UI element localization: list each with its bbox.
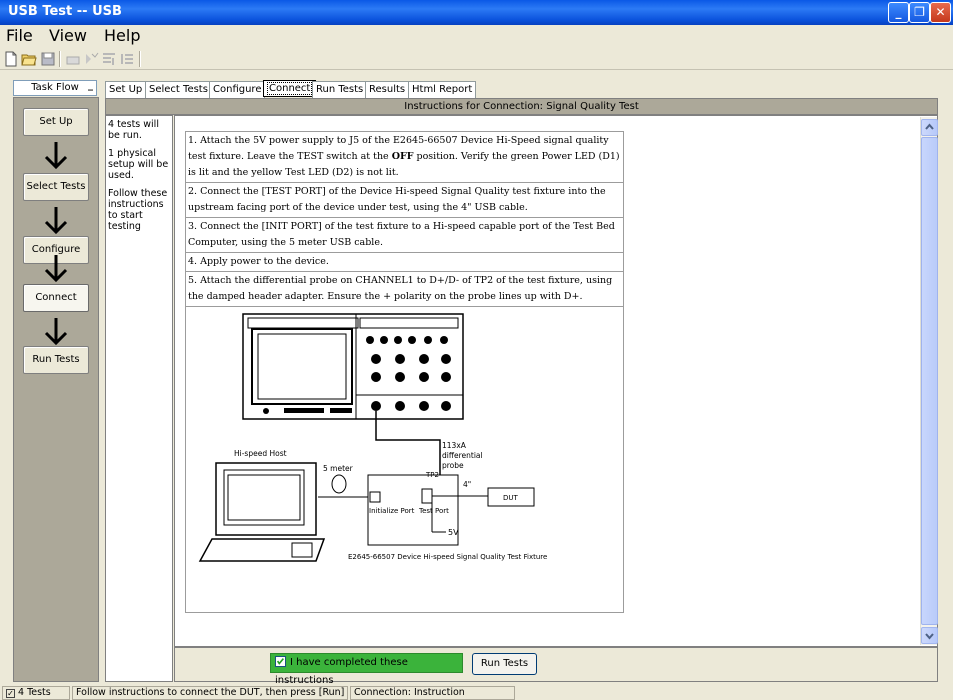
tab-setup[interactable]: Set Up — [105, 81, 147, 98]
arrow-down-icon — [44, 142, 68, 170]
side-notes: 4 tests will be run. 1 physical setup wi… — [105, 115, 173, 682]
status-check-icon: ✓ — [6, 689, 15, 698]
instructions-content: 1. Attach the 5V power supply to J5 of t… — [174, 115, 938, 647]
host-monitor — [215, 462, 317, 536]
menu-file[interactable]: File — [6, 26, 33, 45]
run-tests-button[interactable]: Run Tests — [472, 653, 537, 675]
scroll-thumb[interactable] — [921, 137, 938, 625]
device-icon[interactable] — [65, 51, 81, 67]
instructions-header: Instructions for Connection: Signal Qual… — [105, 98, 938, 115]
taskflow-title: Task Flow — [31, 82, 79, 93]
instruction-step-1: 1. Attach the 5V power supply to J5 of t… — [186, 132, 623, 183]
tab-configure[interactable]: Configure — [209, 81, 266, 98]
flow-step-run-tests[interactable]: Run Tests — [23, 346, 89, 374]
action-bar: I have completed these instructions Run … — [174, 647, 938, 686]
vertical-scrollbar[interactable] — [920, 117, 938, 645]
init-port-label: Initialize Port — [369, 507, 415, 515]
connection-diagram: 113xA differential probe Hi-speed Host 5… — [186, 307, 623, 612]
tab-run-tests[interactable]: Run Tests — [312, 81, 368, 98]
instructions-table: 1. Attach the 5V power supply to J5 of t… — [185, 131, 624, 613]
scroll-down-button[interactable] — [921, 627, 938, 644]
tab-connect-label: Connect — [267, 82, 313, 95]
minimize-button[interactable]: _ — [888, 2, 909, 23]
restore-button[interactable]: ❐ — [909, 2, 930, 23]
status-tests: ✓ 4 Tests — [2, 686, 70, 700]
flow-step-setup[interactable]: Set Up — [23, 108, 89, 136]
collapse-icon[interactable]: _ — [88, 79, 93, 93]
fixture-caption: E2645-66507 Device Hi-speed Signal Quali… — [348, 553, 547, 561]
flow-step-select-tests[interactable]: Select Tests — [23, 173, 89, 201]
side-note-follow: Follow these instructions to start testi… — [108, 188, 168, 232]
arrow-down-icon — [44, 207, 68, 235]
close-button[interactable]: ✕ — [930, 2, 951, 23]
toolbar-separator — [139, 51, 141, 67]
probe-label-2: differential — [442, 451, 483, 460]
tab-results[interactable]: Results — [365, 81, 410, 98]
tab-select-tests[interactable]: Select Tests — [145, 81, 212, 98]
four-inch-label: 4" — [463, 480, 471, 489]
cable-label: 5 meter — [323, 464, 354, 473]
toolbar — [0, 48, 953, 70]
connection-diagram-svg: 113xA differential probe Hi-speed Host 5… — [198, 313, 547, 562]
instruction-step-2: 2. Connect the [TEST PORT] of the Device… — [186, 183, 623, 218]
window-title: USB Test -- USB — [8, 4, 122, 19]
completed-checkbox[interactable]: I have completed these instructions — [270, 653, 463, 686]
probe-label-1: 113xA — [442, 441, 467, 450]
menu-help[interactable]: Help — [104, 26, 140, 45]
menu-view[interactable]: View — [49, 26, 87, 45]
new-file-icon[interactable] — [3, 51, 19, 67]
instruction-step-4: 4. Apply power to the device. — [186, 253, 623, 272]
flow-step-connect[interactable]: Connect — [23, 284, 89, 312]
probe-label-3: probe — [442, 461, 464, 470]
tab-html-report[interactable]: Html Report — [408, 81, 477, 98]
taskflow-header[interactable]: Task Flow _ — [13, 80, 97, 96]
instruction-step-3: 3. Connect the [INIT PORT] of the test f… — [186, 218, 623, 253]
menu-bar: File View Help — [0, 25, 953, 47]
filter-icon[interactable] — [101, 51, 117, 67]
side-note-setup: 1 physical setup will be used. — [108, 148, 169, 181]
taskflow-panel: Set Up Select Tests Configure Connect Ru… — [13, 97, 99, 682]
toolbar-separator — [59, 51, 61, 67]
status-message: Follow instructions to connect the DUT, … — [72, 686, 348, 700]
title-bar: USB Test -- USB _ ❐ ✕ — [0, 0, 953, 25]
list-icon[interactable] — [119, 51, 135, 67]
status-tests-label: 4 Tests — [18, 687, 51, 698]
test-port-label: Test Port — [418, 507, 449, 515]
tp2-label: TP2 — [425, 471, 439, 479]
status-mode: Connection: Instruction — [350, 686, 515, 700]
oscilloscope — [242, 313, 464, 420]
arrow-down-icon — [44, 255, 68, 283]
status-bar: ✓ 4 Tests Follow instructions to connect … — [0, 685, 953, 700]
checkbox-icon[interactable] — [275, 656, 286, 667]
instruction-step-5: 5. Attach the differential probe on CHAN… — [186, 272, 623, 307]
dut-label: DUT — [503, 494, 519, 502]
host-label: Hi-speed Host — [234, 449, 287, 458]
save-icon[interactable] — [40, 51, 56, 67]
checkbox-label: I have completed these instructions — [275, 657, 408, 686]
run-check-icon[interactable] — [83, 51, 99, 67]
open-folder-icon[interactable] — [21, 51, 37, 67]
side-note-tests: 4 tests will be run. — [108, 119, 159, 141]
arrow-down-icon — [44, 318, 68, 346]
step-1-bold: OFF — [391, 151, 414, 162]
scroll-up-button[interactable] — [921, 119, 938, 136]
host-keyboard — [198, 538, 326, 562]
tab-connect[interactable]: Connect — [263, 80, 317, 97]
five-v-label: 5V — [448, 528, 459, 537]
